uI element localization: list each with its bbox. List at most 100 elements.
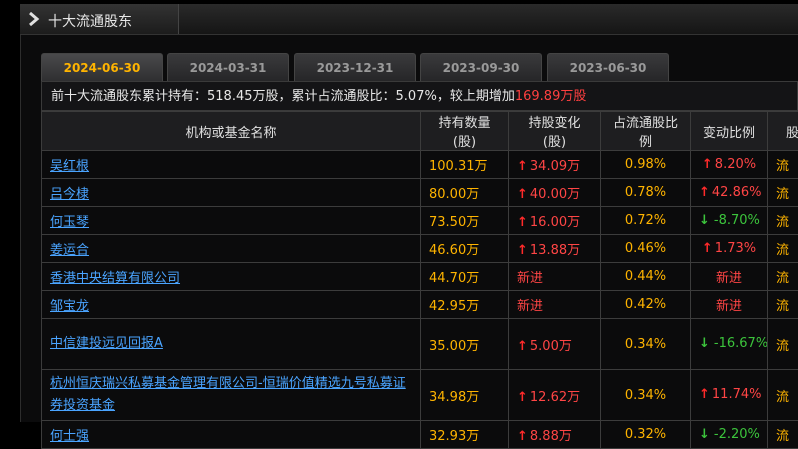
holding-change-cell: 新进	[509, 291, 601, 319]
summary-ratio-value: 5.07%	[396, 89, 437, 104]
up-arrow-icon: ↑	[699, 387, 710, 402]
col-header-ratio[interactable]: 占流通股比例	[601, 112, 691, 151]
table-row[interactable]: 姜运合46.60万↑13.88万0.46%↑1.73%流	[42, 235, 798, 263]
holder-name-cell: 姜运合	[42, 235, 421, 263]
change-ratio-cell: 新进	[691, 291, 768, 319]
holder-name-link[interactable]: 吕今棣	[50, 187, 89, 202]
change-ratio-cell: ↑11.74%	[691, 370, 768, 421]
holding-change-cell: ↑5.00万	[509, 319, 601, 370]
table-row[interactable]: 何玉琴73.50万↑16.00万0.72%↓-8.70%流	[42, 207, 798, 235]
summary-prefix: 前十大流通股东累计持有：	[51, 89, 207, 104]
float-ratio-cell: 0.42%	[601, 291, 691, 319]
holding-change: 8.88万	[530, 429, 572, 444]
up-arrow-icon: ↑	[699, 185, 710, 200]
holder-name-link[interactable]: 何士强	[50, 429, 89, 444]
float-ratio-cell: 0.32%	[601, 421, 691, 449]
change-ratio-cell: ↓ -8.70%	[691, 207, 768, 235]
holder-name-link[interactable]: 邹宝龙	[50, 299, 89, 314]
holder-name-link[interactable]: 何玉琴	[50, 215, 89, 230]
float-ratio: 0.34%	[625, 388, 666, 403]
col-header-var[interactable]: 变动比例	[691, 112, 768, 151]
col-header-change[interactable]: 持股变化(股)	[509, 112, 601, 151]
share-type: 流	[776, 390, 789, 405]
holding-qty-cell: 35.00万	[421, 319, 509, 370]
up-arrow-icon: ↑	[517, 390, 528, 405]
table-row[interactable]: 杭州恒庆瑞兴私募基金管理有限公司-恒瑞价值精选九号私募证券投资基金 34.98万 ↑…	[42, 370, 798, 421]
up-arrow-icon: ↑	[517, 429, 528, 444]
float-ratio: 0.32%	[625, 427, 666, 442]
up-arrow-icon: ↑	[517, 215, 528, 230]
change-ratio: 新进	[716, 271, 742, 286]
share-type-cell: 流	[768, 370, 798, 421]
holding-change-cell: ↑34.09万	[509, 151, 601, 179]
down-arrow-icon: ↓	[699, 336, 710, 351]
tab-2023-09-30[interactable]: 2023-09-30	[420, 53, 542, 81]
table-row[interactable]: 吴红根100.31万↑34.09万0.98%↑8.20%流	[42, 151, 798, 179]
float-ratio-cell: 0.44%	[601, 263, 691, 291]
holding-change-cell: ↑8.88万	[509, 421, 601, 449]
holding-change-cell: ↑16.00万	[509, 207, 601, 235]
tab-2024-06-30[interactable]: 2024-06-30	[41, 53, 163, 81]
holder-name-link[interactable]: 香港中央结算有限公司	[50, 271, 180, 286]
holder-name-cell: 吕今棣	[42, 179, 421, 207]
holder-name-link[interactable]: 中信建投远见回报A	[50, 336, 163, 351]
table-row[interactable]: 吕今棣80.00万↑40.00万0.78%↑42.86%流	[42, 179, 798, 207]
holder-name-link[interactable]: 吴红根	[50, 159, 89, 174]
table-row[interactable]: 邹宝龙42.95万新进0.42%新进流	[42, 291, 798, 319]
holding-qty-cell: 44.70万	[421, 263, 509, 291]
holding-qty: 42.95万	[429, 299, 479, 314]
float-ratio: 0.44%	[625, 269, 666, 284]
share-type: 流	[776, 159, 789, 174]
holding-qty-cell: 73.50万	[421, 207, 509, 235]
change-ratio-cell: 新进	[691, 263, 768, 291]
float-ratio-cell: 0.98%	[601, 151, 691, 179]
share-type: 流	[776, 271, 789, 286]
holder-name-link[interactable]: 姜运合	[50, 243, 89, 258]
change-ratio-cell: ↑8.20%	[691, 151, 768, 179]
change-ratio-cell: ↑1.73%	[691, 235, 768, 263]
tab-2023-06-30[interactable]: 2023-06-30	[547, 53, 669, 81]
down-arrow-icon: ↓	[699, 213, 710, 228]
col-header-type[interactable]: 股	[768, 112, 798, 151]
table-row[interactable]: 中信建投远见回报A35.00万↑5.00万0.34%↓-16.67%流	[42, 319, 798, 370]
share-type-cell: 流	[768, 421, 798, 449]
change-ratio: 8.20%	[715, 157, 756, 172]
holding-qty: 32.93万	[429, 429, 479, 444]
up-arrow-icon: ↑	[517, 187, 528, 202]
holder-name-cell: 邹宝龙	[42, 291, 421, 319]
holding-qty: 46.60万	[429, 243, 479, 258]
holding-qty-cell: 32.93万	[421, 421, 509, 449]
col-header-name[interactable]: 机构或基金名称	[42, 112, 421, 151]
holding-change: 34.09万	[530, 159, 580, 174]
holding-qty-cell: 46.60万	[421, 235, 509, 263]
table-row[interactable]: 何士强 32.93万 ↑8.88万 0.32% ↓-2.20%流	[42, 421, 798, 449]
holding-qty-cell: 42.95万	[421, 291, 509, 319]
holding-change: 40.00万	[530, 187, 580, 202]
holding-qty-cell: 80.00万	[421, 179, 509, 207]
change-ratio: -8.70%	[714, 213, 760, 228]
panel-title: 十大流通股东	[48, 11, 132, 31]
summary-suffix: ，较上期增加	[437, 89, 515, 104]
holding-qty: 35.00万	[429, 339, 479, 354]
share-type: 流	[776, 243, 789, 258]
tab-2023-12-31[interactable]: 2023-12-31	[294, 53, 416, 81]
holding-qty-cell: 34.98万	[421, 370, 509, 421]
holder-name-link[interactable]: 杭州恒庆瑞兴私募基金管理有限公司-恒瑞价值精选九号私募证券投资基金	[50, 376, 406, 413]
tab-2024-03-31[interactable]: 2024-03-31	[167, 53, 289, 81]
float-ratio-cell: 0.34%	[601, 370, 691, 421]
holder-name-cell: 何士强	[42, 421, 421, 449]
holding-change-cell: ↑40.00万	[509, 179, 601, 207]
holding-change: 12.62万	[530, 390, 580, 405]
col-header-qty[interactable]: 持有数量(股)	[421, 112, 509, 151]
header-title-tab[interactable]: 十大流通股东	[20, 4, 179, 34]
holding-change: 13.88万	[530, 243, 580, 258]
holding-qty: 73.50万	[429, 215, 479, 230]
float-ratio-cell: 0.46%	[601, 235, 691, 263]
float-ratio: 0.78%	[625, 185, 666, 200]
float-ratio: 0.72%	[625, 213, 666, 228]
float-ratio-cell: 0.34%	[601, 319, 691, 370]
table-row[interactable]: 香港中央结算有限公司44.70万新进0.44%新进流	[42, 263, 798, 291]
change-ratio-cell: ↓-2.20%	[691, 421, 768, 449]
float-ratio: 0.42%	[625, 297, 666, 312]
share-type-cell: 流	[768, 179, 798, 207]
